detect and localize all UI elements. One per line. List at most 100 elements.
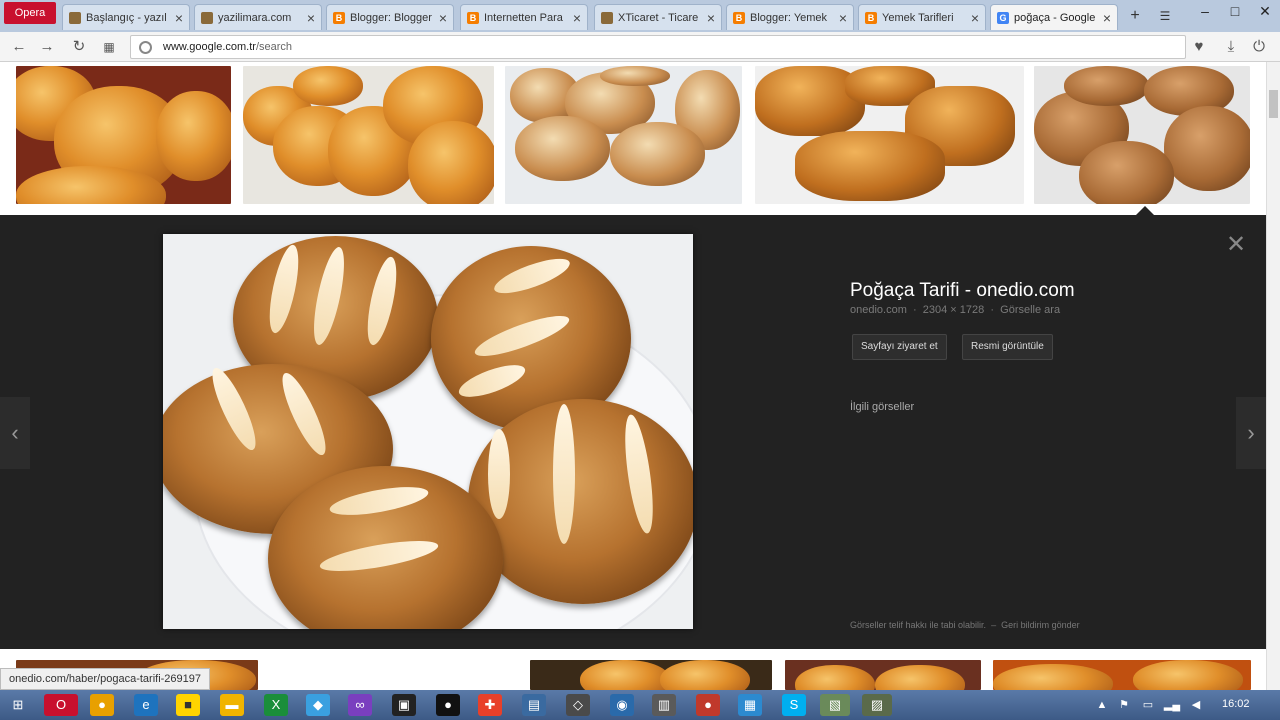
network-icon[interactable]: ▂▄ — [1160, 694, 1184, 716]
power-icon[interactable]: ⏻ — [1248, 36, 1270, 58]
tab-close-icon[interactable]: × — [307, 10, 315, 26]
app-icon[interactable]: ◇ — [566, 694, 590, 716]
image-result[interactable] — [785, 660, 981, 690]
back-icon[interactable]: ← — [8, 36, 30, 58]
preview-title[interactable]: Poğaça Tarifi - onedio.com — [850, 280, 1075, 302]
blogger-icon: B — [467, 11, 479, 24]
chrome-icon[interactable]: ● — [90, 694, 114, 716]
preview-image[interactable] — [163, 234, 693, 629]
media-icon[interactable]: ● — [436, 694, 460, 716]
image-result[interactable] — [505, 66, 742, 204]
image-preview-panel: Poğaça Tarifi - onedio.com onedio.com · … — [0, 215, 1266, 649]
app-icon[interactable]: ▤ — [522, 694, 546, 716]
url-field[interactable]: www.google.com.tr/search — [130, 35, 1186, 59]
tab-pogaca-google[interactable]: G poğaça - Google × — [990, 4, 1118, 30]
taskbar: ⊞ O ● e ■ ▬ X ◆ ∞ ▣ ● ✚ ▤ ◇ ◉ ▥ ● ▦ S ▧ … — [0, 690, 1280, 720]
tab-title: Blogger: Yemek — [750, 11, 828, 24]
app-icon[interactable]: ● — [696, 694, 720, 716]
app-icon[interactable]: ◉ — [610, 694, 634, 716]
prev-image-button[interactable]: ‹ — [0, 397, 30, 469]
app-icon[interactable]: ▦ — [738, 694, 762, 716]
reload-icon[interactable]: ↻ — [68, 36, 90, 58]
page-icon — [201, 11, 213, 24]
app-icon[interactable]: ◆ — [306, 694, 330, 716]
page-icon — [601, 11, 613, 24]
view-image-button[interactable]: Resmi görüntüle — [962, 334, 1053, 360]
forward-icon[interactable]: → — [36, 36, 58, 58]
scrollbar[interactable] — [1266, 62, 1280, 690]
volume-icon[interactable]: ◀ — [1184, 694, 1208, 716]
opera-taskbar-icon[interactable]: O — [44, 694, 78, 716]
windows-start-icon[interactable]: ⊞ — [6, 694, 30, 716]
tab-internetten-para[interactable]: B Internetten Para × — [460, 4, 588, 30]
app-icon[interactable]: ▧ — [820, 694, 850, 716]
tab-blogger-1[interactable]: B Blogger: Blogger × — [326, 4, 454, 30]
tab-close-icon[interactable]: × — [839, 10, 847, 26]
tab-title: Internetten Para — [484, 11, 563, 24]
tab-title: XTicaret - Ticare — [618, 11, 699, 24]
close-window-icon[interactable]: ✕ — [1250, 0, 1280, 22]
preview-source[interactable]: onedio.com — [850, 304, 907, 316]
url-path: /search — [255, 41, 293, 53]
url-host: www.google.com.tr — [163, 41, 256, 53]
tray-arrow-icon[interactable]: ▲ — [1090, 694, 1114, 716]
battery-icon[interactable]: ▭ — [1136, 694, 1160, 716]
maximize-icon[interactable]: □ — [1220, 0, 1250, 22]
tab-title: Yemek Tarifleri — [882, 11, 954, 24]
scrollbar-thumb[interactable] — [1269, 90, 1278, 118]
tab-yazilimara[interactable]: yazilimara.com × — [194, 4, 322, 30]
image-result[interactable] — [530, 660, 772, 690]
excel-icon[interactable]: X — [264, 694, 288, 716]
tab-close-icon[interactable]: × — [439, 10, 447, 26]
send-feedback-link[interactable]: Geri bildirim gönder — [1001, 620, 1080, 630]
tab-menu-icon[interactable]: ☰ — [1154, 6, 1176, 26]
tab-close-icon[interactable]: × — [1103, 10, 1111, 26]
tab-title: Başlangıç - yazıl — [86, 11, 167, 24]
opera-menu-button[interactable]: Opera — [4, 2, 56, 24]
app-icon[interactable]: ▣ — [392, 694, 416, 716]
search-by-image-link[interactable]: Görselle ara — [1000, 304, 1060, 316]
app-icon[interactable]: ▥ — [652, 694, 676, 716]
tab-yemek-tarifleri[interactable]: B Yemek Tarifleri × — [858, 4, 986, 30]
tab-xticaret[interactable]: XTicaret - Ticare × — [594, 4, 722, 30]
ie-icon[interactable]: e — [134, 694, 158, 716]
tab-bar: Opera Başlangıç - yazıl × yazilimara.com… — [0, 0, 1280, 32]
app-icon[interactable]: ▨ — [862, 694, 892, 716]
download-icon[interactable]: ⤓ — [1220, 36, 1242, 58]
status-url: onedio.com/haber/pogaca-tarifi-269197 — [0, 668, 211, 690]
notes-icon[interactable]: ■ — [176, 694, 200, 716]
related-images-label: İlgili görseller — [850, 401, 915, 413]
clock[interactable]: 16:02 — [1222, 698, 1250, 710]
tab-blogger-yemek[interactable]: B Blogger: Yemek × — [726, 4, 854, 30]
image-result[interactable] — [243, 66, 494, 204]
tab-title: Blogger: Blogger — [350, 11, 432, 24]
tab-close-icon[interactable]: × — [707, 10, 715, 26]
copyright-notice: Görseller telif hakkı ile tabi olabilir. — [850, 620, 987, 630]
folder-icon[interactable]: ▬ — [220, 694, 244, 716]
preview-footer: Görseller telif hakkı ile tabi olabilir.… — [850, 620, 1080, 630]
visual-studio-icon[interactable]: ∞ — [348, 694, 372, 716]
image-result[interactable] — [755, 66, 1024, 204]
app-icon[interactable]: ✚ — [478, 694, 502, 716]
blogger-icon: B — [865, 11, 877, 24]
tab-title: yazilimara.com — [218, 11, 292, 24]
visit-page-button[interactable]: Sayfayı ziyaret et — [852, 334, 947, 360]
heart-icon[interactable]: ♥ — [1188, 36, 1210, 58]
tab-close-icon[interactable]: × — [175, 10, 183, 26]
skype-icon[interactable]: S — [782, 694, 806, 716]
tab-close-icon[interactable]: × — [573, 10, 581, 26]
new-tab-button[interactable]: + — [1124, 6, 1146, 26]
blogger-icon: B — [333, 11, 345, 24]
tab-baslangic[interactable]: Başlangıç - yazıl × — [62, 4, 190, 30]
tab-close-icon[interactable]: × — [971, 10, 979, 26]
speed-dial-icon[interactable]: ▦ — [98, 36, 120, 58]
blogger-icon: B — [733, 11, 745, 24]
close-icon[interactable]: ✕ — [1224, 233, 1248, 257]
image-result[interactable] — [16, 66, 231, 204]
flag-icon[interactable]: ⚑ — [1112, 694, 1136, 716]
address-bar: ← → ↻ ▦ www.google.com.tr/search ♥ ⤓ ⏻ — [0, 32, 1280, 62]
minimize-icon[interactable]: – — [1190, 0, 1220, 22]
image-result[interactable] — [993, 660, 1251, 690]
next-image-button[interactable]: › — [1236, 397, 1266, 469]
image-result[interactable] — [1034, 66, 1250, 204]
